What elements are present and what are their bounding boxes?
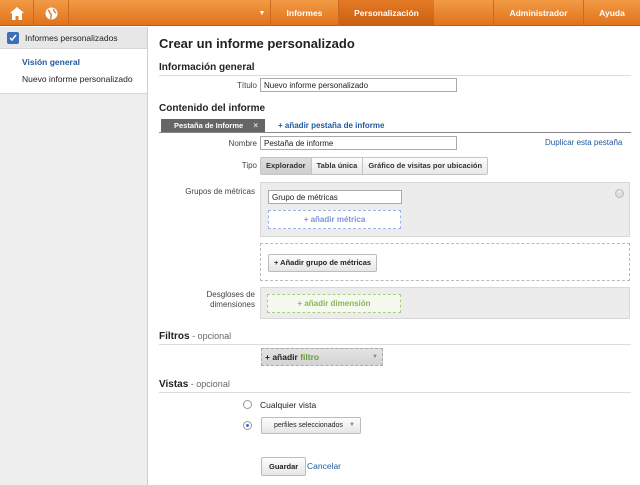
views-heading: Vistas - opcional [159,379,230,390]
duplicate-tab-link[interactable]: Duplicar esta pestaña [545,138,622,147]
dimension-box: + añadir dimensión [260,287,630,319]
type-flat-table[interactable]: Tabla única [311,158,364,174]
divider [159,344,631,345]
dimensions-label-line-1: Desgloses de [206,290,255,299]
type-map-overlay[interactable]: Gráfico de visitas por ubicación [363,158,488,174]
chevron-down-icon: ▼ [372,354,378,360]
nav-administrador[interactable]: Administrador [493,0,583,26]
nav-informes[interactable]: Informes [270,0,338,26]
profiles-select[interactable]: perfiles seleccionados ▼ [261,417,361,434]
views-optional: - opcional [188,379,230,389]
filters-heading: Filtros - opcional [159,331,231,342]
any-view-radio[interactable] [243,400,252,409]
add-dimension-button[interactable]: + añadir dimensión [267,294,401,313]
divider [159,75,631,76]
profiles-select-value: perfiles seleccionados [274,422,343,429]
add-filter-word: filtro [300,352,320,362]
views-heading-text: Vistas [159,379,189,390]
add-filter-prefix: + añadir [265,352,301,362]
add-metric-group-area: + Añadir grupo de métricas [260,243,630,281]
general-heading: Información general [159,62,255,73]
metric-group-box: + añadir métrica × [260,182,630,237]
divider [159,392,631,393]
type-label: Tipo [241,161,257,170]
close-tab-icon[interactable]: × [253,119,258,132]
sidebar-item-overview[interactable]: Visión general [0,53,147,70]
selected-profiles-radio[interactable] [243,421,252,430]
add-filter-button[interactable]: + añadir filtro ▼ [261,348,383,366]
remove-metric-group-icon[interactable]: × [615,189,624,198]
filters-heading-text: Filtros [159,331,190,342]
report-tab[interactable]: Pestaña de Informe × [161,119,265,132]
sidebar: Informes personalizados Visión general N… [0,27,148,485]
page-title: Crear un informe personalizado [159,36,355,51]
title-input[interactable] [260,78,457,92]
content-heading: Contenido del informe [159,103,266,114]
add-tab-link[interactable]: + añadir pestaña de informe [278,121,384,130]
chevron-down-icon: ▼ [349,422,355,428]
sidebar-item-new-report[interactable]: Nuevo informe personalizado [0,70,147,87]
nav-ayuda[interactable]: Ayuda [583,0,640,26]
type-explorer[interactable]: Explorador [261,158,312,174]
add-metric-button[interactable]: + añadir métrica [268,210,401,229]
name-label: Nombre [228,139,257,148]
metric-groups-label: Grupos de métricas [185,187,255,196]
type-selector: Explorador Tabla única Gráfico de visita… [260,157,489,175]
top-nav-bar: ▼ Informes Personalización Administrador… [0,0,640,26]
sidebar-list: Visión general Nuevo informe personaliza… [0,49,147,94]
add-metric-group-button[interactable]: + Añadir grupo de métricas [268,254,378,272]
dimensions-label: Desgloses de dimensiones [159,290,255,310]
home-icon[interactable] [0,0,34,26]
tab-name-input[interactable] [260,136,457,150]
metric-group-name-input[interactable] [268,190,402,204]
any-view-label: Cualquier vista [260,400,317,410]
sidebar-section-header[interactable]: Informes personalizados [0,27,147,49]
nav-personalizacion[interactable]: Personalización [338,0,434,26]
cancel-link[interactable]: Cancelar [307,461,341,471]
tab-divider [159,132,631,133]
filters-optional: - opcional [189,331,232,341]
title-label: Título [236,81,257,90]
save-button[interactable]: Guardar [261,457,307,476]
account-dropdown-icon[interactable]: ▼ [254,0,270,26]
custom-reports-icon [7,31,19,44]
globe-icon[interactable] [35,0,69,26]
dimensions-label-line-2: dimensiones [210,300,255,309]
report-tab-label: Pestaña de Informe [174,121,244,130]
sidebar-section-title: Informes personalizados [25,32,118,43]
